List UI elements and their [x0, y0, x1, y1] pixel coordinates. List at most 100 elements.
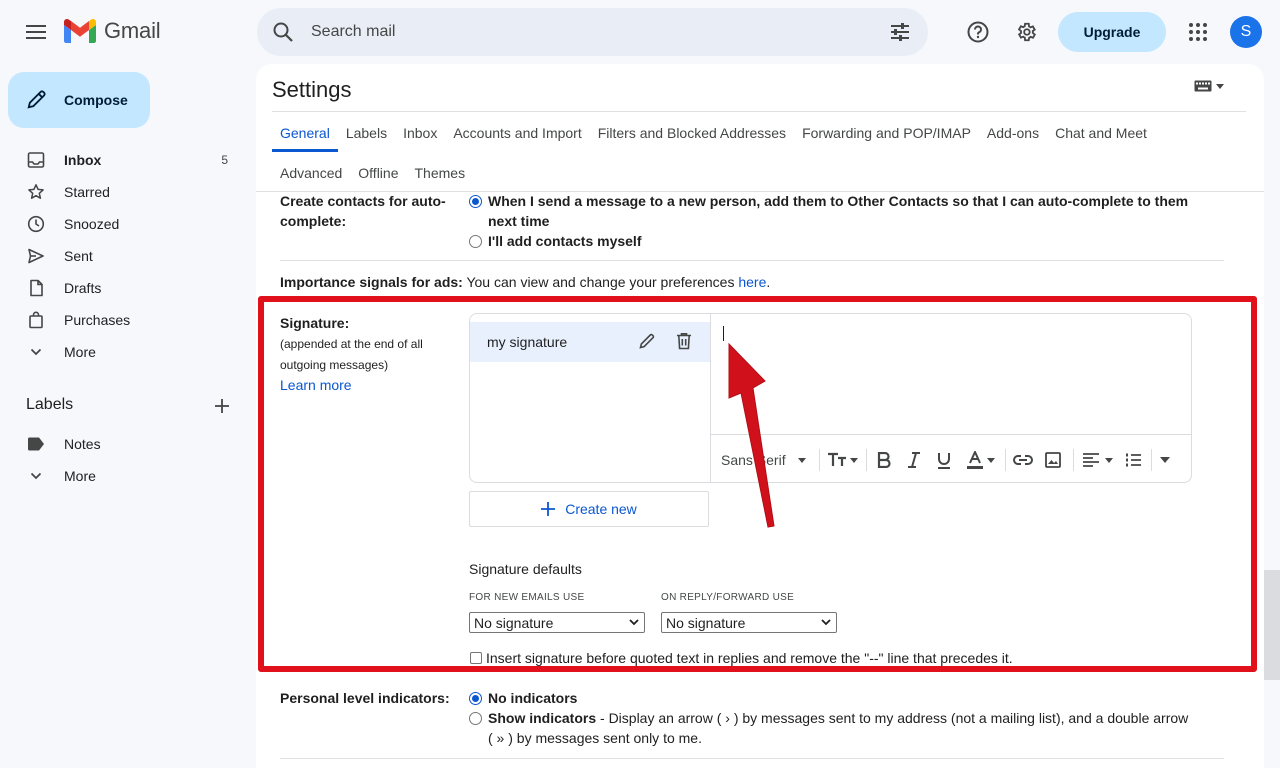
align-button[interactable]	[1083, 448, 1113, 472]
selected-value: No signature	[666, 614, 746, 631]
sidebar-item-label: Snoozed	[64, 216, 120, 232]
contacts-option-auto[interactable]: When I send a message to a new person, a…	[469, 191, 1188, 231]
input-tools-button[interactable]	[1194, 80, 1224, 92]
sidebar-item-sent[interactable]: Sent	[0, 240, 256, 272]
sidebar-item-starred[interactable]: Starred	[0, 176, 256, 208]
font-size-button[interactable]	[827, 448, 858, 472]
signature-list-item[interactable]: my signature	[470, 322, 710, 362]
chevron-down-icon	[629, 619, 639, 626]
preferences-link[interactable]: here	[738, 274, 766, 290]
numbered-list-icon	[1126, 453, 1141, 467]
sidebar-label-more[interactable]: More	[0, 460, 256, 492]
new-emails-signature-select[interactable]: No signature	[469, 612, 645, 633]
sidebar-item-purchases[interactable]: Purchases	[0, 304, 256, 336]
support-button[interactable]	[962, 16, 994, 48]
sidebar-label-notes[interactable]: Notes	[0, 428, 256, 460]
signature-editor-panel: my signature Sans Serif	[469, 313, 1192, 483]
option-bold-text: Show indicators	[488, 710, 597, 726]
learn-more-link[interactable]: Learn more	[280, 377, 352, 393]
tab-offline[interactable]: Offline	[350, 152, 406, 192]
font-family-select[interactable]: Sans Serif	[721, 448, 806, 472]
pencil-icon[interactable]	[638, 332, 656, 350]
sidebar-item-snoozed[interactable]: Snoozed	[0, 208, 256, 240]
chevron-down-icon	[30, 472, 42, 480]
account-avatar[interactable]: S	[1230, 16, 1262, 48]
reply-forward-label: ON REPLY/FORWARD USE	[661, 592, 795, 603]
text-color-button[interactable]	[967, 448, 995, 472]
create-new-signature-button[interactable]: Create new	[469, 491, 709, 527]
sidebar-item-more[interactable]: More	[0, 336, 256, 368]
tab-chat-and-meet[interactable]: Chat and Meet	[1047, 112, 1155, 152]
sidebar-item-inbox[interactable]: Inbox 5	[0, 144, 256, 176]
font-name: Sans Serif	[721, 452, 786, 468]
plus-icon[interactable]	[212, 396, 232, 416]
italic-icon	[908, 452, 920, 468]
radio-selected[interactable]	[469, 195, 482, 208]
tab-add-ons[interactable]: Add-ons	[979, 112, 1047, 152]
indicators-option-show[interactable]: Show indicators - Display an arrow ( › )…	[469, 708, 1188, 748]
tab-inbox[interactable]: Inbox	[395, 112, 445, 152]
insert-image-button[interactable]	[1045, 448, 1061, 472]
search-icon[interactable]	[271, 20, 295, 44]
link-icon	[1013, 455, 1033, 465]
top-bar: Gmail Upgrade S	[0, 0, 1280, 64]
tab-labels[interactable]: Labels	[338, 112, 395, 152]
new-emails-label: FOR NEW EMAILS USE	[469, 592, 585, 603]
tab-accounts-and-import[interactable]: Accounts and Import	[445, 112, 589, 152]
main-menu-button[interactable]	[20, 16, 52, 48]
pencil-icon	[27, 90, 46, 109]
text-color-icon	[967, 451, 983, 469]
search-options-icon[interactable]	[888, 20, 912, 44]
gmail-logo[interactable]: Gmail	[64, 18, 161, 44]
image-icon	[1045, 452, 1061, 468]
align-left-icon	[1083, 453, 1099, 467]
settings-button[interactable]	[1010, 16, 1042, 48]
chevron-down-icon	[30, 348, 42, 356]
draft-icon	[30, 279, 43, 297]
scrollbar[interactable]	[1264, 570, 1280, 680]
italic-button[interactable]	[907, 448, 921, 472]
underline-button[interactable]	[937, 448, 951, 472]
signature-text-editor[interactable]	[711, 314, 1191, 434]
tab-general[interactable]: General	[272, 112, 338, 152]
tab-filters-and-blocked[interactable]: Filters and Blocked Addresses	[590, 112, 794, 152]
insert-before-checkbox[interactable]	[470, 652, 482, 664]
numbered-list-button[interactable]	[1125, 448, 1141, 472]
bold-button[interactable]	[877, 448, 891, 472]
search-input[interactable]	[311, 20, 871, 44]
signature-name: my signature	[487, 334, 568, 350]
search-bar	[257, 8, 928, 56]
toolbar-separator	[1073, 449, 1074, 471]
radio-unselected[interactable]	[469, 712, 482, 725]
option-text: next time	[488, 213, 550, 229]
send-icon	[28, 248, 44, 264]
contacts-option-manual[interactable]: I'll add contacts myself	[469, 231, 642, 251]
tab-advanced[interactable]: Advanced	[272, 152, 350, 192]
importance-label: Importance signals for ads:	[280, 274, 463, 290]
text-size-icon	[828, 452, 846, 466]
more-formatting-button[interactable]	[1160, 448, 1170, 472]
upgrade-button[interactable]: Upgrade	[1058, 12, 1166, 52]
sidebar-item-drafts[interactable]: Drafts	[0, 272, 256, 304]
insert-before-quoted-row[interactable]: Insert signature before quoted text in r…	[470, 650, 1013, 666]
google-apps-button[interactable]	[1182, 16, 1214, 48]
option-text: ( » ) by messages sent only to me.	[488, 730, 702, 746]
reply-forward-signature-select[interactable]: No signature	[661, 612, 837, 633]
sidebar-item-label: Notes	[64, 436, 101, 452]
bag-icon	[29, 311, 43, 329]
period: .	[766, 274, 771, 290]
radio-unselected[interactable]	[469, 235, 482, 248]
indicators-option-none[interactable]: No indicators	[469, 688, 577, 708]
page-title: Settings	[272, 77, 352, 102]
radio-selected[interactable]	[469, 692, 482, 705]
tab-themes[interactable]: Themes	[407, 152, 474, 192]
text-cursor	[723, 326, 724, 341]
settings-tabs-row2: Advanced Offline Themes	[272, 152, 473, 192]
compose-label: Compose	[64, 92, 128, 108]
tab-forwarding-pop-imap[interactable]: Forwarding and POP/IMAP	[794, 112, 979, 152]
compose-button[interactable]: Compose	[8, 72, 150, 128]
insert-link-button[interactable]	[1013, 448, 1033, 472]
gmail-m-icon	[64, 19, 96, 43]
sidebar-item-label: Inbox	[64, 152, 102, 168]
trash-icon[interactable]	[676, 332, 692, 350]
